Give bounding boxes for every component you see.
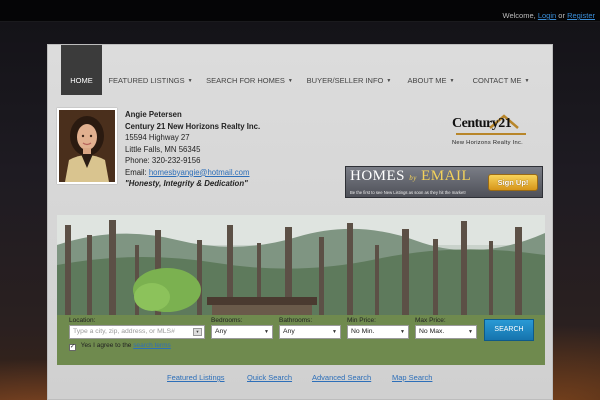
nav-search-for-homes[interactable]: SEARCH FOR HOMES ▼ [204, 45, 295, 95]
quick-search-link[interactable]: Quick Search [247, 373, 292, 382]
agent-address-line2: Little Falls, MN 56345 [125, 144, 201, 154]
nav-buyer-seller-info-label: BUYER/SELLER INFO [306, 76, 384, 85]
bedrooms-value: Any [215, 328, 227, 335]
email-label: Email: [125, 167, 147, 177]
max-price-value: No Max. [419, 328, 445, 335]
search-form: Location: Type a city, zip, address, or … [57, 315, 545, 351]
nav-buyer-seller-info[interactable]: BUYER/SELLER INFO ▼ [305, 45, 393, 95]
agent-email-link[interactable]: homesbyangie@hotmail.com [149, 168, 250, 177]
chevron-down-icon: ▼ [400, 329, 405, 335]
register-link[interactable]: Register [567, 11, 595, 20]
agent-company: Century 21 New Horizons Realty Inc. [125, 121, 261, 131]
bathrooms-value: Any [283, 328, 295, 335]
bedrooms-select[interactable]: Any ▼ [211, 325, 273, 339]
nav-home[interactable]: HOME [61, 45, 102, 95]
signup-button[interactable]: Sign Up! [488, 174, 538, 191]
nav-contact-me[interactable]: CONTACT ME ▼ [469, 45, 533, 95]
agent-portrait-image [59, 110, 115, 182]
map-search-link[interactable]: Map Search [392, 373, 432, 382]
agree-text: Yes I agree to the [80, 342, 132, 349]
homes-by-email-title: HOMES by EMAIL [350, 168, 471, 185]
agree-checkbox[interactable]: ✓ [69, 344, 76, 351]
location-placeholder: Type a city, zip, address, or MLS# [73, 328, 175, 335]
bathrooms-label: Bathrooms: [279, 317, 313, 324]
hbe-by: by [409, 174, 417, 182]
homes-by-email-banner[interactable]: HOMES by EMAIL Be the first to see New L… [345, 166, 543, 198]
bedrooms-label: Bedrooms: [211, 317, 243, 324]
advanced-search-link[interactable]: Advanced Search [312, 373, 371, 382]
chevron-down-icon: ▼ [524, 78, 530, 84]
nav-search-for-homes-label: SEARCH FOR HOMES [206, 76, 285, 85]
login-link[interactable]: Login [538, 11, 556, 20]
search-terms-link[interactable]: search terms [133, 342, 171, 349]
agent-email-row: Email: homesbyangie@hotmail.com [125, 167, 260, 179]
nav-home-label: HOME [70, 76, 93, 85]
chevron-down-icon: ▼ [468, 329, 473, 335]
dropdown-arrow-icon[interactable]: ▼ [193, 328, 202, 336]
welcome-text: Welcome, [502, 11, 536, 20]
logo-name: Century21 [452, 116, 512, 131]
nav-contact-me-label: CONTACT ME [472, 76, 522, 85]
agent-photo [57, 108, 117, 184]
or-text: or [558, 11, 565, 20]
chevron-down-icon: ▼ [332, 329, 337, 335]
agent-motto: "Honesty, Integrity & Dedication" [125, 179, 248, 188]
hbe-homes: HOMES [350, 168, 406, 184]
agent-address-line1: 15594 Highway 27 [125, 133, 190, 142]
hbe-email: EMAIL [421, 168, 472, 184]
nav-featured-listings[interactable]: FEATURED LISTINGS ▼ [108, 45, 193, 95]
search-button[interactable]: SEARCH [484, 319, 534, 341]
min-price-label: Min Price: [347, 317, 376, 324]
phone-label: Phone: [125, 156, 150, 165]
min-price-value: No Min. [351, 328, 375, 335]
min-price-select[interactable]: No Min. ▼ [347, 325, 409, 339]
agent-phone: 320-232-9156 [151, 156, 201, 165]
nav-featured-listings-label: FEATURED LISTINGS [108, 76, 185, 85]
chevron-down-icon: ▼ [187, 78, 193, 84]
bottom-links: Featured Listings Quick Search Advanced … [48, 373, 554, 385]
agent-phone-row: Phone: 320-232-9156 [125, 155, 260, 167]
century21-logo: Century21 New Horizons Realty Inc. [452, 108, 542, 152]
chevron-down-icon: ▼ [449, 78, 455, 84]
main-nav: HOME FEATURED LISTINGS ▼ SEARCH FOR HOMES… [48, 45, 554, 95]
bathrooms-select[interactable]: Any ▼ [279, 325, 341, 339]
logo-subtitle: New Horizons Realty Inc. [452, 140, 524, 146]
agent-info: Angie Petersen Century 21 New Horizons R… [125, 109, 260, 190]
agent-name: Angie Petersen [125, 110, 182, 119]
featured-listings-link[interactable]: Featured Listings [167, 373, 225, 382]
nav-about-me[interactable]: ABOUT ME ▼ [404, 45, 458, 95]
location-input[interactable]: Type a city, zip, address, or MLS# ▼ [69, 325, 205, 339]
location-label: Location: [69, 317, 96, 324]
main-panel: HOME FEATURED LISTINGS ▼ SEARCH FOR HOMES… [47, 44, 553, 400]
chevron-down-icon: ▼ [287, 78, 293, 84]
nav-about-me-label: ABOUT ME [407, 76, 447, 85]
chevron-down-icon: ▼ [264, 329, 269, 335]
welcome-area: Welcome, Login or Register [503, 11, 595, 20]
chevron-down-icon: ▼ [386, 78, 392, 84]
hbe-tagline: Be the first to see New Listings as soon… [350, 190, 466, 195]
agree-terms-row: ✓ Yes I agree to the search terms [69, 342, 171, 351]
top-bar: Welcome, Login or Register [0, 0, 600, 22]
max-price-label: Max Price: [415, 317, 446, 324]
max-price-select[interactable]: No Max. ▼ [415, 325, 477, 339]
